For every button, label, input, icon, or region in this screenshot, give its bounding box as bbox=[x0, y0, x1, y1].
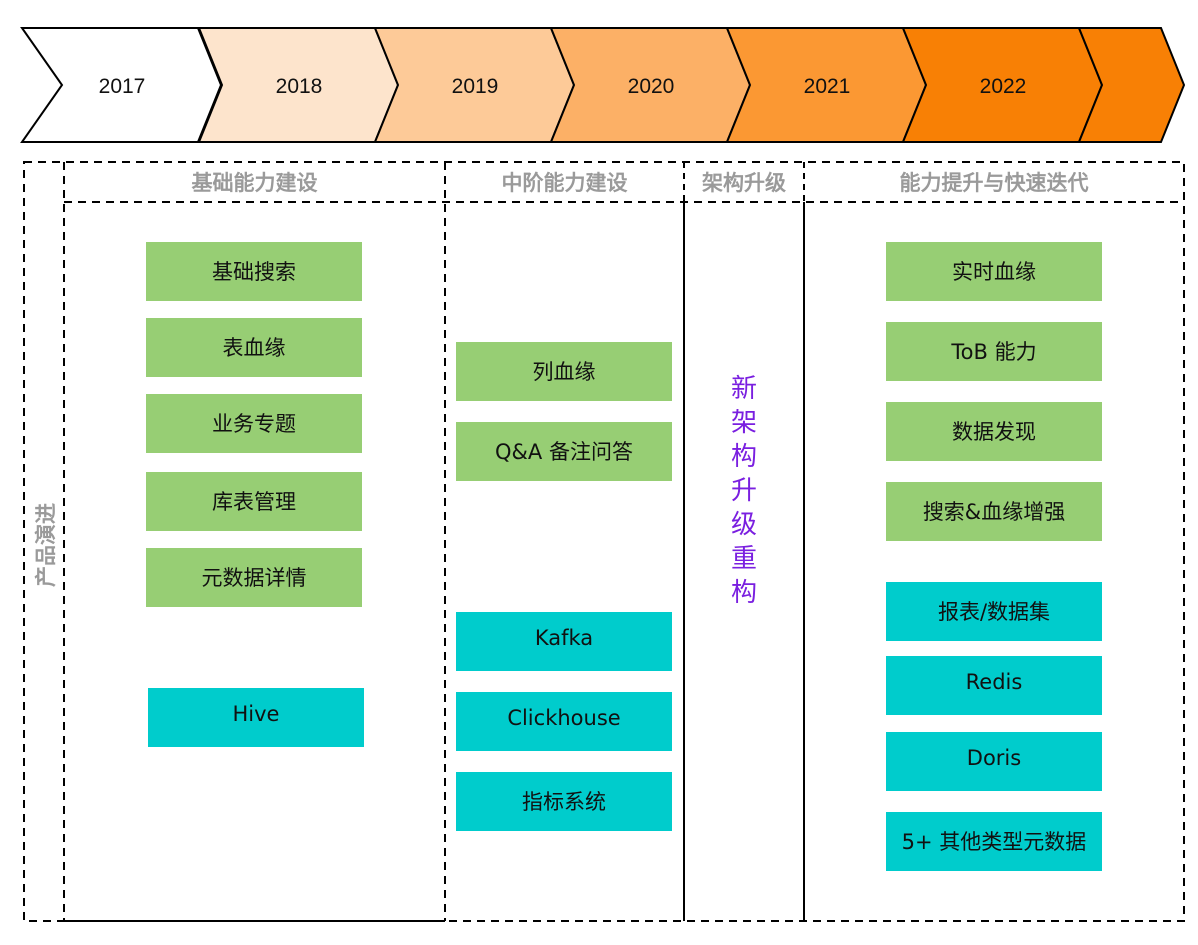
datasource-box: Redis bbox=[886, 656, 1102, 715]
timeline-year-label: 2022 bbox=[980, 75, 1027, 98]
datasource-box: Clickhouse bbox=[456, 692, 672, 751]
timeline-year-label: 2018 bbox=[276, 75, 323, 98]
feature-box: 列血缘 bbox=[456, 342, 672, 401]
side-label-product-evolution: 产品演进 bbox=[26, 480, 64, 610]
arch-char: 构 bbox=[730, 578, 757, 608]
feature-box: 数据发现 bbox=[886, 402, 1102, 461]
timeline-year-label: 2017 bbox=[99, 75, 146, 98]
timeline-year-label: 2021 bbox=[804, 75, 851, 98]
arch-char: 构 bbox=[730, 442, 757, 472]
datasource-box: 5+ 其他类型元数据 bbox=[886, 812, 1102, 871]
feature-box: 搜索&血缘增强 bbox=[886, 482, 1102, 541]
column-header-basic: 基础能力建设 bbox=[191, 171, 318, 195]
feature-box: 业务专题 bbox=[146, 394, 362, 453]
arch-char: 升 bbox=[730, 476, 757, 506]
column-header-iteration: 能力提升与快速迭代 bbox=[899, 171, 1089, 195]
arch-char: 级 bbox=[730, 510, 757, 540]
feature-box: 表血缘 bbox=[146, 318, 362, 377]
timeline: 2017 2018 2019 2020 2021 2022 bbox=[20, 27, 1186, 143]
arch-char: 重 bbox=[730, 544, 757, 574]
column-header-intermediate: 中阶能力建设 bbox=[501, 171, 628, 195]
feature-box: 基础搜索 bbox=[146, 242, 362, 301]
datasource-box: 指标系统 bbox=[456, 772, 672, 831]
feature-box: 实时血缘 bbox=[886, 242, 1102, 301]
architecture-upgrade-text: 新 架 构 升 级 重 构 bbox=[714, 372, 774, 610]
feature-box: 元数据详情 bbox=[146, 548, 362, 607]
column-header-architecture: 架构升级 bbox=[702, 171, 786, 195]
feature-box: Q&A 备注问答 bbox=[456, 422, 672, 481]
feature-box: ToB 能力 bbox=[886, 322, 1102, 381]
arch-char: 新 bbox=[730, 374, 757, 404]
feature-box: 库表管理 bbox=[146, 472, 362, 531]
arch-char: 架 bbox=[730, 408, 757, 438]
timeline-year-label: 2019 bbox=[452, 75, 499, 98]
datasource-box: Doris bbox=[886, 732, 1102, 791]
side-label-text: 产品演进 bbox=[34, 503, 58, 587]
datasource-box: 报表/数据集 bbox=[886, 582, 1102, 641]
datasource-box: Hive bbox=[148, 688, 364, 747]
datasource-box: Kafka bbox=[456, 612, 672, 671]
timeline-year-label: 2020 bbox=[628, 75, 675, 98]
